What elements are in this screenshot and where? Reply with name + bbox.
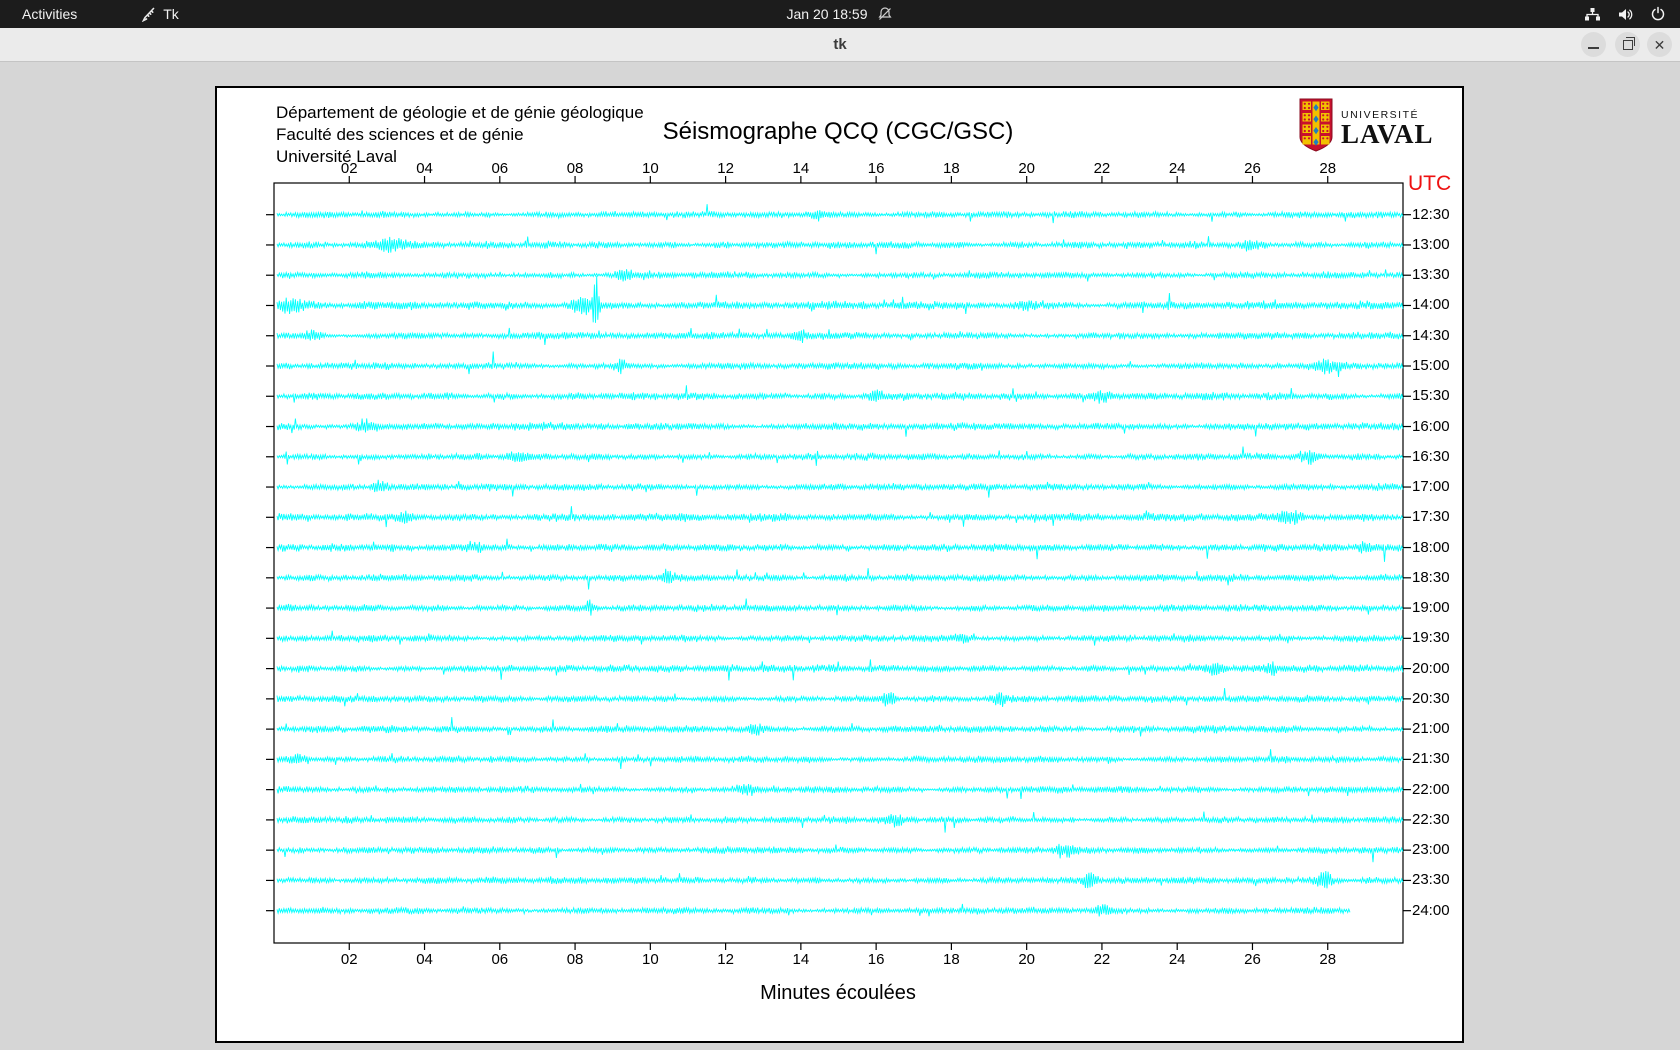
activities-button[interactable]: Activities (14, 6, 85, 22)
faculty-line: Faculté des sciences et de génie (276, 125, 524, 144)
utc-row-label-23:30: 23:30 (1412, 871, 1450, 889)
x-tick-bottom-10: 10 (641, 951, 659, 968)
universite-laval-logo: UNIVERSITÉ LAVAL (1299, 98, 1434, 157)
x-tick-bottom-02: 02 (340, 951, 358, 968)
app-menu-tk[interactable]: Tk (141, 6, 179, 22)
x-tick-top-04: 04 (416, 160, 433, 177)
utc-row-label-18:00: 18:00 (1412, 538, 1450, 556)
close-button[interactable]: ✕ (1647, 32, 1672, 57)
x-tick-top-12: 12 (717, 160, 734, 177)
notifications-muted-bell-icon[interactable] (877, 6, 893, 22)
power-icon (1650, 6, 1666, 22)
utc-row-label-17:00: 17:00 (1412, 478, 1450, 496)
x-tick-bottom-12: 12 (717, 951, 734, 968)
x-tick-bottom-04: 04 (416, 951, 433, 968)
x-tick-top-22: 22 (1093, 160, 1111, 177)
x-tick-bottom-22: 22 (1093, 951, 1111, 968)
x-tick-top-10: 10 (641, 160, 659, 177)
x-tick-bottom-06: 06 (491, 951, 509, 968)
utc-row-label-14:30: 14:30 (1412, 326, 1450, 344)
x-tick-top-02: 02 (340, 160, 358, 177)
utc-row-label-18:30: 18:30 (1412, 568, 1450, 586)
x-tick-bottom-24: 24 (1168, 951, 1186, 968)
utc-row-label-16:30: 16:30 (1412, 447, 1450, 465)
utc-row-label-16:00: 16:00 (1412, 417, 1450, 435)
wired-network-icon (1584, 7, 1601, 22)
x-tick-top-26: 26 (1244, 160, 1261, 177)
close-icon: ✕ (1653, 36, 1666, 53)
app-menu-label: Tk (163, 6, 179, 22)
utc-row-label-15:30: 15:30 (1412, 387, 1450, 405)
dept-line: Département de géologie et de génie géol… (276, 103, 644, 122)
clock[interactable]: Jan 20 18:59 (787, 6, 868, 22)
x-tick-top-08: 08 (566, 160, 584, 177)
x-tick-top-28: 28 (1319, 160, 1337, 177)
x-tick-bottom-18: 18 (943, 951, 960, 968)
utc-row-label-20:30: 20:30 (1412, 689, 1450, 707)
system-status-area[interactable] (1584, 0, 1666, 28)
utc-row-label-21:30: 21:30 (1412, 750, 1450, 768)
gnome-top-bar: Activities Tk Jan 20 18:59 (0, 0, 1680, 28)
seismograph-canvas (215, 86, 1464, 1043)
utc-axis-header: UTC (1408, 172, 1452, 195)
volume-icon (1617, 7, 1634, 22)
utc-row-label-13:00: 13:00 (1412, 235, 1450, 253)
x-tick-bottom-14: 14 (792, 951, 810, 968)
laval-shield-icon (1299, 98, 1333, 157)
x-tick-top-24: 24 (1168, 160, 1186, 177)
utc-row-label-19:00: 19:00 (1412, 599, 1450, 617)
utc-row-label-14:00: 14:00 (1412, 296, 1450, 314)
utc-row-label-22:30: 22:30 (1412, 810, 1450, 828)
x-tick-bottom-20: 20 (1018, 951, 1035, 968)
laval-wordmark: UNIVERSITÉ LAVAL (1341, 108, 1434, 149)
x-tick-bottom-28: 28 (1319, 951, 1337, 968)
utc-row-label-13:30: 13:30 (1412, 266, 1450, 284)
utc-row-label-17:30: 17:30 (1412, 508, 1450, 526)
x-tick-bottom-08: 08 (566, 951, 584, 968)
x-tick-top-14: 14 (792, 160, 810, 177)
utc-row-label-23:00: 23:00 (1412, 841, 1450, 859)
utc-row-label-12:30: 12:30 (1412, 205, 1450, 223)
window-title: tk (833, 36, 847, 53)
x-axis-title: Minutes écoulées (760, 982, 916, 1004)
minimize-button[interactable] (1581, 32, 1606, 57)
utc-row-label-20:00: 20:00 (1412, 659, 1450, 677)
x-tick-top-20: 20 (1018, 160, 1035, 177)
x-tick-bottom-26: 26 (1244, 951, 1261, 968)
restore-icon (1622, 36, 1635, 50)
utc-row-label-19:30: 19:30 (1412, 629, 1450, 647)
plot-title: Séismographe QCQ (CGC/GSC) (662, 118, 1014, 145)
utc-row-label-21:00: 21:00 (1412, 720, 1450, 738)
x-tick-top-18: 18 (943, 160, 960, 177)
x-tick-top-06: 06 (491, 160, 509, 177)
utc-row-label-22:00: 22:00 (1412, 780, 1450, 798)
utc-row-label-15:00: 15:00 (1412, 357, 1450, 374)
x-tick-top-16: 16 (867, 160, 885, 177)
maximize-button[interactable] (1615, 32, 1640, 57)
utc-row-label-24:00: 24:00 (1412, 901, 1450, 919)
window-title-bar[interactable]: tk ✕ (0, 28, 1680, 62)
tk-feather-icon (141, 7, 156, 22)
x-tick-bottom-16: 16 (867, 951, 885, 968)
